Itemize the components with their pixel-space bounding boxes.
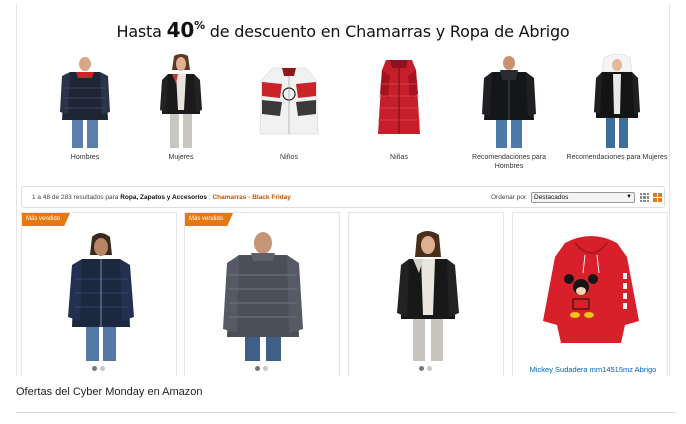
womens-black-parka-image[interactable] xyxy=(580,53,654,150)
category-label[interactable]: Hombres xyxy=(33,153,137,162)
results-summary: 1 a 48 de 283 resultados para Ropa, Zapa… xyxy=(32,194,291,201)
sort-dropdown[interactable]: Destacados ▼ xyxy=(531,192,635,203)
category-mujeres[interactable]: Mujeres xyxy=(129,54,233,162)
category-hombres[interactable]: Hombres xyxy=(33,54,137,162)
mens-puffer-jacket-image[interactable] xyxy=(48,54,122,150)
grid-view-icon[interactable] xyxy=(653,193,662,202)
amazon-screenshot-frame: Hasta 40% de descuento en Chamarras y Ro… xyxy=(16,4,670,376)
banner-suffix: de descuento en Chamarras y Ropa de Abri… xyxy=(209,22,570,41)
category-label[interactable]: Niñas xyxy=(347,153,451,162)
promo-banner-title: Hasta 40% de descuento en Chamarras y Ro… xyxy=(17,18,669,42)
results-category-path[interactable]: Ropa, Zapatos y Accesorios xyxy=(120,194,207,201)
product-grid: Más vendido Más vendido Mickey Sudadera … xyxy=(21,212,668,376)
banner-prefix: Hasta xyxy=(116,22,162,41)
product-card[interactable]: Mickey Sudadera mm14515mz Abrigo xyxy=(512,212,668,376)
mens-black-jacket-image[interactable] xyxy=(472,54,546,150)
product-card[interactable]: Más vendido xyxy=(184,212,340,376)
category-label[interactable]: Niños xyxy=(237,153,341,162)
product-card[interactable]: Más vendido xyxy=(21,212,177,376)
image-carousel-dots[interactable] xyxy=(92,366,108,371)
sort-selected-value[interactable]: Destacados xyxy=(534,194,568,201)
kids-avengers-jacket-image[interactable] xyxy=(252,54,326,150)
womens-leather-jacket-image[interactable] xyxy=(144,54,218,150)
product-image[interactable] xyxy=(379,229,475,361)
product-image[interactable] xyxy=(215,229,311,361)
results-count: 1 a 48 de 283 resultados para xyxy=(32,194,119,201)
chevron-down-icon[interactable]: ▼ xyxy=(626,193,632,202)
image-carousel-dots[interactable] xyxy=(419,366,435,371)
category-ninas[interactable]: Niñas xyxy=(347,54,451,162)
category-label[interactable]: Recomendaciones para Hombres xyxy=(457,153,561,171)
banner-percent-sign: % xyxy=(194,19,205,32)
results-separator: : xyxy=(208,194,211,201)
product-card[interactable] xyxy=(348,212,504,376)
product-title-link[interactable]: Mickey Sudadera mm14515mz Abrigo xyxy=(523,365,663,375)
category-label[interactable]: Recomendaciones para Mujeres xyxy=(565,153,669,162)
image-carousel-dots[interactable] xyxy=(255,366,271,371)
category-recomendaciones-hombres[interactable]: Recomendaciones para Hombres xyxy=(457,54,561,171)
category-recomendaciones-mujeres[interactable]: Recomendaciones para Mujeres xyxy=(565,53,669,162)
image-caption: Ofertas del Cyber Monday en Amazon xyxy=(16,386,203,398)
category-label[interactable]: Mujeres xyxy=(129,153,233,162)
product-image[interactable] xyxy=(52,229,148,361)
best-seller-badge: Más vendido xyxy=(22,213,71,226)
best-seller-badge: Más vendido xyxy=(185,213,234,226)
list-view-icon[interactable] xyxy=(640,193,649,202)
results-bar: 1 a 48 de 283 resultados para Ropa, Zapa… xyxy=(21,186,665,208)
girls-red-vest-image[interactable] xyxy=(362,54,436,150)
divider xyxy=(16,412,676,413)
product-image[interactable] xyxy=(535,233,647,353)
results-highlight: Chamarras - Black Friday xyxy=(212,194,291,201)
sort-label: Ordenar por xyxy=(491,194,527,201)
banner-percent: 40 xyxy=(166,18,195,42)
category-row: Hombres Mujeres Niños Niñas Recomendacio… xyxy=(17,53,669,180)
category-ninos[interactable]: Niños xyxy=(237,54,341,162)
